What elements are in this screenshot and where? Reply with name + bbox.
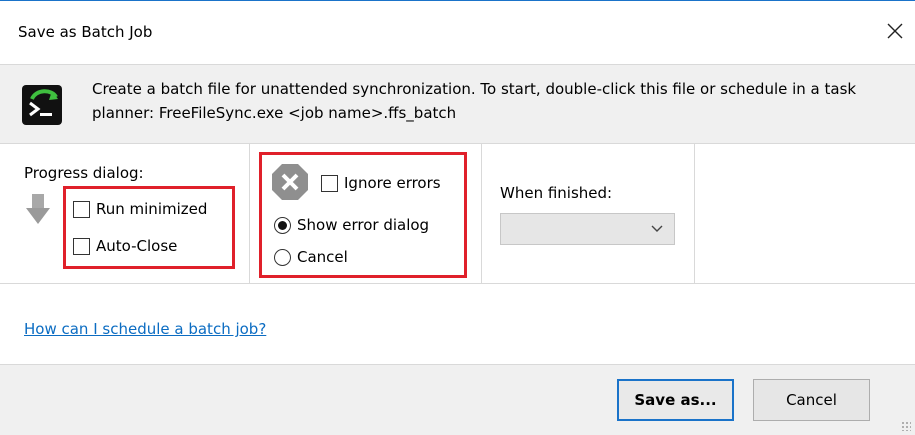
auto-close-checkbox[interactable]: Auto-Close (73, 237, 177, 255)
cancel-radio-label: Cancel (297, 248, 348, 266)
radio-button[interactable] (274, 248, 291, 266)
dialog-footer: Save as... Cancel (0, 364, 915, 435)
chevron-down-icon (651, 225, 663, 232)
column-separator (481, 144, 482, 284)
help-area: How can I schedule a batch job? (0, 284, 915, 364)
when-finished-label: When finished: (500, 184, 613, 202)
radio-button[interactable] (274, 216, 291, 234)
show-error-dialog-radio[interactable]: Show error dialog (274, 216, 429, 234)
schedule-help-link[interactable]: How can I schedule a batch job? (24, 320, 266, 338)
run-minimized-label: Run minimized (96, 200, 208, 218)
error-icon (272, 164, 308, 200)
info-banner: Create a batch file for unattended synch… (0, 64, 915, 144)
checkbox-box[interactable] (73, 237, 90, 255)
info-text: Create a batch file for unattended synch… (92, 80, 857, 122)
down-arrow-icon (26, 194, 50, 224)
close-button[interactable] (875, 11, 915, 51)
show-error-dialog-label: Show error dialog (297, 216, 430, 234)
checkbox-box[interactable] (321, 174, 338, 192)
progress-dialog-label: Progress dialog: (24, 164, 144, 182)
when-finished-dropdown[interactable] (500, 213, 675, 245)
close-icon (887, 23, 903, 39)
auto-close-label: Auto-Close (96, 237, 178, 255)
cancel-button[interactable]: Cancel (753, 379, 870, 421)
column-separator (249, 144, 250, 284)
save-as-button[interactable]: Save as... (617, 379, 734, 421)
highlight-box (63, 186, 235, 269)
options-panel: Progress dialog: Run minimized Auto-Clos… (0, 144, 915, 284)
resize-grip[interactable] (901, 421, 911, 431)
title-bar: Save as Batch Job (0, 0, 915, 65)
ignore-errors-label: Ignore errors (344, 174, 441, 192)
checkbox-box[interactable] (73, 200, 90, 218)
batch-file-icon (22, 85, 62, 125)
run-minimized-checkbox[interactable]: Run minimized (73, 200, 207, 218)
ignore-errors-checkbox[interactable]: Ignore errors (321, 174, 441, 192)
cancel-radio[interactable]: Cancel (274, 248, 348, 266)
column-separator (694, 144, 695, 284)
window-title: Save as Batch Job (18, 23, 153, 41)
